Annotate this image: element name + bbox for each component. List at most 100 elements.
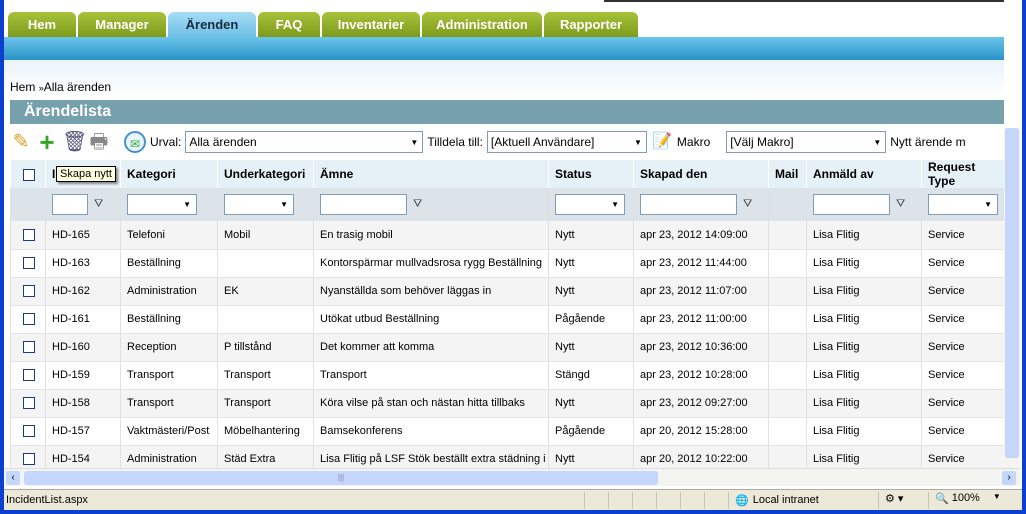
zoom-level: 100%	[951, 491, 980, 504]
cell-request-type: Service	[921, 277, 1004, 306]
tab-manager[interactable]: Manager	[78, 12, 166, 37]
print-icon[interactable]: 🖶	[88, 131, 110, 153]
filter-funnel-icon[interactable]: ⛛	[413, 198, 422, 211]
col-underkategori[interactable]: Underkategori	[217, 160, 314, 188]
row-checkbox[interactable]	[23, 313, 35, 326]
table-row[interactable]: HD-157 Vaktmästeri/Post Möbelhantering Bams…	[10, 417, 1004, 446]
table-row[interactable]: HD-163 Beställning Kontorspärmar mullvadsr…	[10, 249, 1004, 278]
col-skapad[interactable]: Skapad den	[633, 160, 769, 188]
row-checkbox[interactable]	[23, 453, 35, 466]
filter-status-select[interactable]	[555, 194, 625, 215]
scroll-right-icon[interactable]: ›	[1002, 471, 1016, 485]
filter-request-type-select[interactable]	[928, 194, 998, 215]
add-plus-icon[interactable]: +	[36, 129, 58, 155]
filter-id-input[interactable]	[52, 194, 88, 215]
table-row[interactable]: HD-161 Beställning Utökat utbud Beställnin…	[10, 305, 1004, 334]
tilldela-label: Tilldela till:	[427, 135, 483, 149]
cell-underkategori	[217, 249, 314, 278]
filter-amne-input[interactable]	[320, 194, 407, 215]
breadcrumb: Hem »Alla ärenden	[10, 80, 111, 94]
tab-administration[interactable]: Administration	[422, 12, 542, 37]
tab-rapporter[interactable]: Rapporter	[544, 12, 638, 37]
tab-renden[interactable]: Ärenden	[168, 12, 256, 37]
cell-amne: Transport	[313, 361, 549, 390]
scroll-left-icon[interactable]: ‹	[6, 471, 20, 485]
row-checkbox[interactable]	[23, 341, 35, 354]
cell-skapad: apr 23, 2012 10:36:00	[633, 333, 769, 362]
table-row[interactable]: HD-162 Administration EK Nyanställda som be…	[10, 277, 1004, 306]
trash-icon[interactable]: 🗑	[62, 131, 87, 153]
cell-id[interactable]: HD-163	[45, 249, 121, 278]
cell-underkategori	[217, 305, 314, 334]
cell-skapad: apr 23, 2012 14:09:00	[633, 221, 769, 250]
row-checkbox[interactable]	[23, 369, 35, 382]
col-kategori[interactable]: Kategori	[120, 160, 218, 188]
breadcrumb-home[interactable]: Hem	[10, 80, 35, 94]
cell-id[interactable]: HD-162	[45, 277, 121, 306]
filter-funnel-icon[interactable]: ⛛	[94, 198, 103, 211]
filter-funnel-icon[interactable]: ⛛	[743, 198, 752, 211]
table-row[interactable]: HD-159 Transport Transport Transport Stängd a…	[10, 361, 1004, 390]
cell-anmald: Lisa Flitig	[806, 221, 922, 250]
cell-id[interactable]: HD-158	[45, 389, 121, 418]
horizontal-scrollbar[interactable]: ‹ ||| ›	[4, 468, 1020, 486]
filter-kategori-select[interactable]	[127, 194, 197, 215]
table-row[interactable]: HD-165 Telefoni Mobil En trasig mobil Nytt ap…	[10, 221, 1004, 250]
tab-hem[interactable]: Hem	[8, 12, 76, 37]
filter-kategori	[120, 188, 218, 221]
cell-skapad: apr 23, 2012 11:00:00	[633, 305, 769, 334]
email-check-icon[interactable]: ✉	[124, 131, 146, 153]
macro-notepad-icon[interactable]: 📝	[651, 131, 673, 153]
filter-underkategori-select[interactable]	[224, 194, 294, 215]
select-all[interactable]	[10, 160, 46, 188]
filter-anmald-input[interactable]	[813, 194, 890, 215]
cell-mail	[768, 277, 807, 306]
zoom-control[interactable]: 🔍 100% ▼	[928, 491, 1008, 509]
cell-id[interactable]: HD-159	[45, 361, 121, 390]
row-select	[10, 417, 46, 446]
cell-status: Pågående	[548, 417, 634, 446]
row-checkbox[interactable]	[23, 285, 35, 298]
row-checkbox[interactable]	[23, 228, 35, 241]
col-mail[interactable]: Mail	[768, 160, 807, 188]
row-checkbox[interactable]	[23, 397, 35, 410]
cell-amne: En trasig mobil	[313, 221, 549, 250]
vertical-scrollbar[interactable]	[1004, 128, 1020, 468]
select-all-checkbox[interactable]	[23, 168, 35, 181]
cell-request-type: Service	[921, 333, 1004, 362]
cell-id[interactable]: HD-161	[45, 305, 121, 334]
tab-faq[interactable]: FAQ	[258, 12, 320, 37]
scroll-thumb[interactable]	[1005, 128, 1019, 458]
main-nav: Hem Manager Ärenden FAQ Inventarier Administr…	[8, 12, 638, 37]
incident-grid: ID Kategori Underkategori Ämne Status Sk…	[10, 160, 1004, 468]
col-status[interactable]: Status	[548, 160, 634, 188]
table-row[interactable]: HD-154 Administration Städ Extra Lisa Fliti…	[10, 445, 1004, 468]
makro-select[interactable]: [Välj Makro] ▼	[726, 131, 887, 153]
cell-amne: Bamsekonferens	[313, 417, 549, 446]
cell-kategori: Transport	[120, 389, 218, 418]
urval-select[interactable]: Alla ärenden ▼	[185, 131, 424, 153]
cell-status: Stängd	[548, 361, 634, 390]
filter-skapad-input[interactable]	[640, 194, 737, 215]
cell-skapad: apr 20, 2012 10:22:00	[633, 445, 769, 468]
protected-mode-icon[interactable]: ⚙ ▾	[878, 491, 928, 509]
cell-underkategori: Transport	[217, 361, 314, 390]
tab-inventarier[interactable]: Inventarier	[322, 12, 420, 37]
filter-funnel-icon[interactable]: ⛛	[896, 198, 905, 211]
cell-id[interactable]: HD-154	[45, 445, 121, 468]
filter-status	[548, 188, 634, 221]
tilldela-select[interactable]: [Aktuell Användare] ▼	[486, 131, 647, 153]
scroll-thumb[interactable]: |||	[24, 471, 658, 485]
row-checkbox[interactable]	[23, 257, 35, 270]
edit-pencil-icon[interactable]: ✎	[10, 131, 32, 153]
cell-id[interactable]: HD-157	[45, 417, 121, 446]
col-request-type[interactable]: Request Type	[921, 160, 1004, 188]
table-row[interactable]: HD-158 Transport Transport Köra vilse på st…	[10, 389, 1004, 418]
zone: 🌐 Local intranet	[728, 491, 878, 509]
cell-id[interactable]: HD-165	[45, 221, 121, 250]
col-amne[interactable]: Ämne	[313, 160, 549, 188]
cell-id[interactable]: HD-160	[45, 333, 121, 362]
col-anmald[interactable]: Anmäld av	[806, 160, 922, 188]
row-checkbox[interactable]	[23, 425, 35, 438]
table-row[interactable]: HD-160 Reception P tillstånd Det kommer att…	[10, 333, 1004, 362]
